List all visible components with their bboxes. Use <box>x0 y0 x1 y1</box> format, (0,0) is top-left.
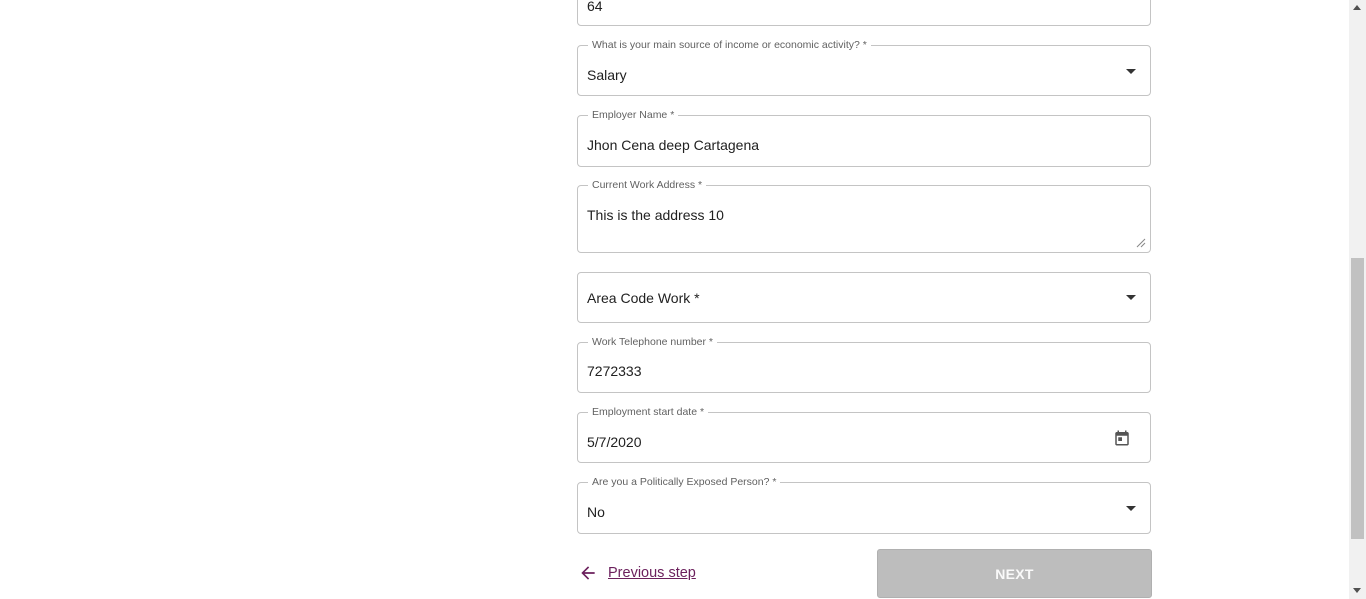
income-source-select[interactable]: What is your main source of income or ec… <box>577 39 1151 96</box>
employment-start-value: 5/7/2020 <box>587 434 642 450</box>
work-address-value: This is the address 10 <box>587 207 724 223</box>
vertical-scrollbar[interactable] <box>1349 0 1366 599</box>
pep-label: Are you a Politically Exposed Person? * <box>588 476 781 488</box>
scrollbar-thumb[interactable] <box>1351 258 1364 539</box>
work-phone-value: 7272333 <box>587 363 642 379</box>
area-code-work-label: Area Code Work * <box>587 290 700 306</box>
employment-start-label: Employment start date * <box>588 406 709 418</box>
scroll-up-arrow-icon[interactable] <box>1353 5 1361 10</box>
income-source-value: Salary <box>587 67 627 83</box>
income-source-label: What is your main source of income or ec… <box>588 39 871 51</box>
work-address-label: Current Work Address * <box>588 179 707 191</box>
chevron-down-icon <box>1126 506 1136 511</box>
arrow-left-icon <box>581 566 595 580</box>
work-phone-field[interactable]: Work Telephone number * 7272333 <box>577 336 1151 393</box>
chevron-down-icon <box>1126 69 1136 74</box>
age-value: 64 <box>587 0 603 14</box>
scroll-down-arrow-icon[interactable] <box>1353 588 1361 593</box>
work-phone-label: Work Telephone number * <box>588 336 718 348</box>
employment-start-date-field[interactable]: Employment start date * 5/7/2020 <box>577 406 1151 463</box>
calendar-icon[interactable] <box>1113 429 1131 447</box>
employer-name-label: Employer Name * <box>588 109 679 121</box>
work-address-textarea[interactable]: Current Work Address * This is the addre… <box>577 179 1151 253</box>
age-field[interactable]: 64 <box>577 0 1151 26</box>
employer-name-field[interactable]: Employer Name * Jhon Cena deep Cartagena <box>577 109 1151 167</box>
resize-handle-icon[interactable] <box>1136 238 1146 248</box>
employer-name-value: Jhon Cena deep Cartagena <box>587 137 760 153</box>
chevron-down-icon <box>1126 295 1136 300</box>
pep-value: No <box>587 504 605 520</box>
area-code-work-select[interactable]: Area Code Work * <box>577 272 1151 323</box>
pep-select[interactable]: Are you a Politically Exposed Person? * … <box>577 476 1151 534</box>
previous-step-link[interactable]: Previous step <box>578 562 696 584</box>
previous-step-label: Previous step <box>608 565 696 581</box>
next-button[interactable]: NEXT <box>877 549 1152 598</box>
